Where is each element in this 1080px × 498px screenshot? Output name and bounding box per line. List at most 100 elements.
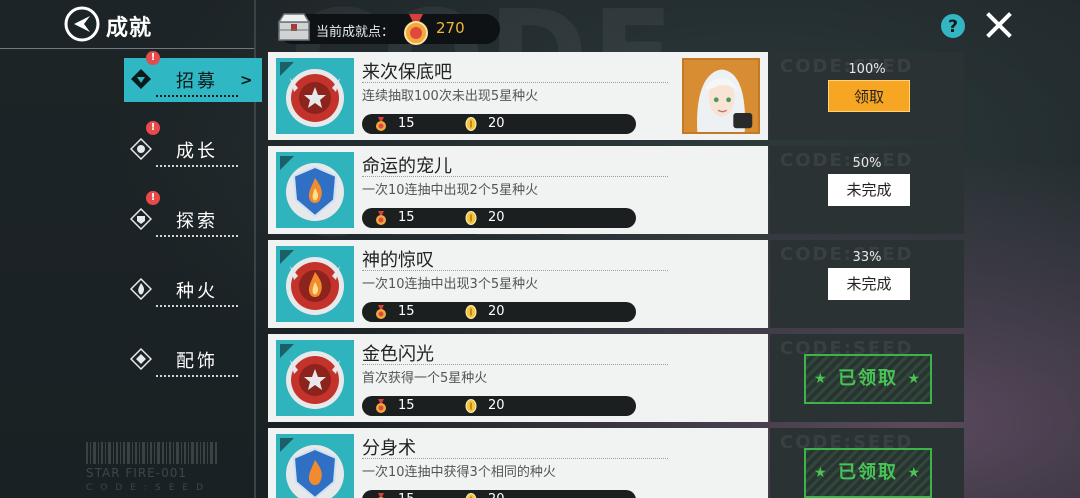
flame-badge-icon <box>280 250 344 315</box>
tab-label: 探索 <box>176 211 218 232</box>
achievement-description: 连续抽取100次未出现5星种火 <box>362 89 539 104</box>
barcode-decoration <box>86 442 217 464</box>
star-badge-icon <box>280 62 344 127</box>
reward-bar: 15 20 <box>362 396 636 416</box>
status-panel: CODE:SEED ★ 已领取 ★ <box>770 334 964 422</box>
tab-label: 种火 <box>176 281 218 302</box>
tab-fire[interactable]: 种火 <box>124 268 262 312</box>
tab-underline <box>156 95 238 97</box>
achievement-row: 神的惊叹 一次10连抽中出现3个5星种火 15 20 CODE:SEED 33%… <box>268 240 964 328</box>
achievement-title: 分身术 <box>362 438 416 459</box>
star-icon: ★ <box>907 371 922 387</box>
reward-bar: 15 20 <box>362 302 636 322</box>
medal-icon <box>376 117 386 131</box>
points-value: 270 <box>436 19 465 37</box>
status-panel: CODE:SEED 33% 未完成 <box>770 240 964 328</box>
achievement-description: 一次10连抽中获得3个相同的种火 <box>362 465 556 480</box>
accessory-icon <box>130 348 152 370</box>
tab-explore[interactable]: ! 探索 <box>124 191 262 242</box>
coin-icon <box>465 305 477 319</box>
claimed-label: 已领取 <box>838 462 898 483</box>
explore-icon <box>130 208 152 230</box>
achievement-description: 一次10连抽中出现2个5星种火 <box>362 183 539 198</box>
reward-coins: 20 <box>488 304 505 319</box>
reward-points: 15 <box>398 492 415 498</box>
achievement-description: 首次获得一个5星种火 <box>362 371 488 386</box>
claim-button[interactable]: 领取 <box>828 80 910 112</box>
star-badge-icon <box>280 344 344 409</box>
title-divider <box>362 458 668 459</box>
incomplete-button[interactable]: 未完成 <box>828 268 910 300</box>
title-divider <box>362 270 668 271</box>
tab-underline <box>156 165 238 167</box>
achievement-title: 来次保底吧 <box>362 62 452 83</box>
achievement-emblem <box>276 152 354 228</box>
barcode-subtext: CODE:SEED <box>86 483 212 493</box>
svg-text:?: ? <box>948 17 958 37</box>
achievement-card: 命运的宠儿 一次10连抽中出现2个5星种火 15 20 <box>268 146 768 234</box>
achievement-title: 金色闪光 <box>362 344 434 365</box>
coin-icon <box>465 211 477 225</box>
claimed-stamp: ★ 已领取 ★ <box>804 448 932 498</box>
progress-percent: 50% <box>852 156 882 171</box>
medal-icon <box>378 493 384 498</box>
close-icon[interactable] <box>986 12 1012 38</box>
reward-points: 15 <box>398 398 415 413</box>
tab-underline <box>156 375 238 377</box>
back-arrow-icon[interactable] <box>64 6 100 42</box>
coin-icon <box>465 117 477 131</box>
progress-percent: 100% <box>848 62 886 77</box>
achievement-row: 分身术 一次10连抽中获得3个相同的种火 15 20 CODE:SEED ★ 已… <box>268 428 964 498</box>
character-avatar-icon <box>684 60 758 132</box>
title-divider <box>362 364 668 365</box>
achievement-card: 分身术 一次10连抽中获得3个相同的种火 15 20 <box>268 428 768 498</box>
star-icon: ★ <box>814 371 829 387</box>
medal-icon <box>376 305 386 319</box>
title-divider <box>362 176 668 177</box>
reward-points: 15 <box>398 210 415 225</box>
achievement-emblem <box>276 340 354 416</box>
reward-coins: 20 <box>488 398 505 413</box>
tab-recruit[interactable]: ! 招募 > <box>124 51 262 102</box>
alert-badge: ! <box>146 191 160 205</box>
reward-points: 15 <box>398 304 415 319</box>
achievement-row: 金色闪光 首次获得一个5星种火 15 20 CODE:SEED ★ 已领取 ★ <box>268 334 964 422</box>
achievement-emblem <box>276 434 354 498</box>
tab-label: 配饰 <box>176 351 218 372</box>
fire-icon <box>130 278 152 300</box>
achievement-description: 一次10连抽中出现3个5星种火 <box>362 277 539 292</box>
achievement-card: 金色闪光 首次获得一个5星种火 15 20 <box>268 334 768 422</box>
flame-shield-icon <box>280 438 344 498</box>
status-panel: CODE:SEED 100% 领取 <box>770 52 964 140</box>
star-icon: ★ <box>907 465 922 481</box>
tab-underline <box>156 305 238 307</box>
star-icon: ★ <box>814 465 829 481</box>
claimed-label: 已领取 <box>838 368 898 389</box>
achievement-row: 来次保底吧 连续抽取100次未出现5星种火 15 20 CODE:SEED 10… <box>268 52 964 140</box>
reward-coins: 20 <box>488 210 505 225</box>
chevron-right-icon: > <box>240 71 253 89</box>
achievement-card: 来次保底吧 连续抽取100次未出现5星种火 15 20 <box>268 52 768 140</box>
medal-icon <box>376 399 386 413</box>
tab-growth[interactable]: ! 成长 <box>124 121 262 172</box>
coin-icon <box>465 493 477 498</box>
achievement-emblem <box>276 58 354 134</box>
reward-bar: 15 20 <box>362 208 636 228</box>
tab-underline <box>156 235 238 237</box>
character-portrait <box>682 58 760 134</box>
tab-accessory[interactable]: 配饰 <box>124 338 262 382</box>
achievement-card: 神的惊叹 一次10连抽中出现3个5星种火 15 20 <box>268 240 768 328</box>
reward-coins: 20 <box>488 116 505 131</box>
progress-percent: 33% <box>852 250 882 265</box>
help-icon[interactable]: ? <box>940 13 966 39</box>
medal-icon <box>376 211 386 225</box>
claimed-stamp: ★ 已领取 ★ <box>804 354 932 404</box>
page-title: 成就 <box>106 16 153 41</box>
incomplete-button[interactable]: 未完成 <box>828 174 910 206</box>
medal-icon <box>404 14 428 45</box>
chest-icon <box>277 13 311 41</box>
achievement-row: 命运的宠儿 一次10连抽中出现2个5星种火 15 20 CODE:SEED 50… <box>268 146 964 234</box>
recruit-icon <box>131 69 151 89</box>
alert-badge: ! <box>146 51 160 65</box>
points-label: 当前成就点： <box>316 25 395 40</box>
